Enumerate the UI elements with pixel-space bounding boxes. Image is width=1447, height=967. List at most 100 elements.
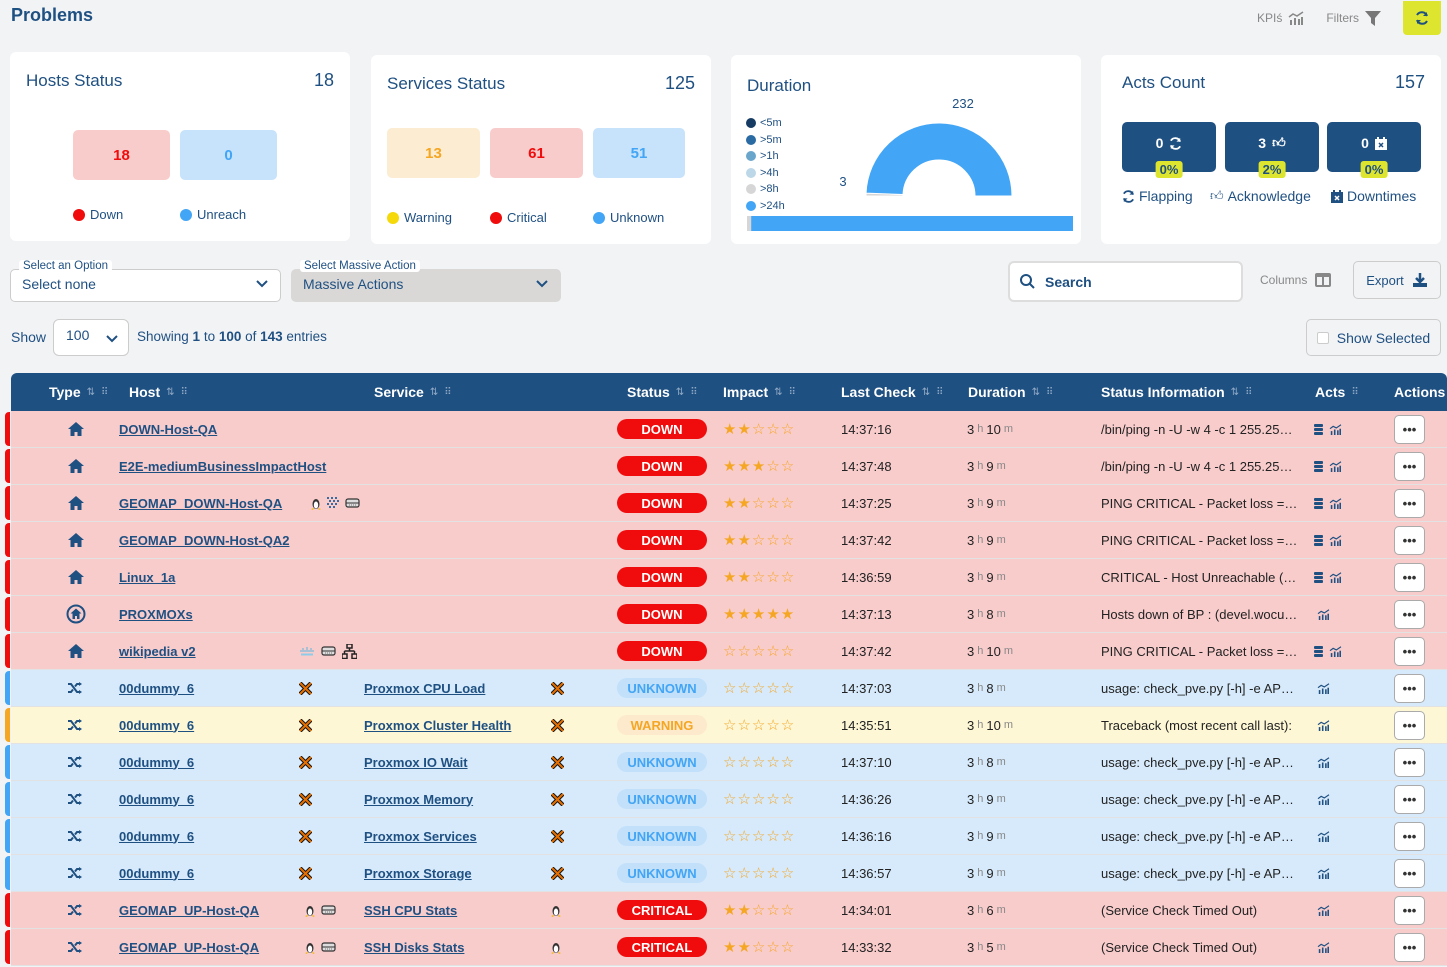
sort-icon[interactable]: ⇅ xyxy=(922,387,930,398)
massive-action-dropdown[interactable]: Select Massive Action Massive Actions xyxy=(291,260,561,302)
more-actions-button[interactable]: ••• xyxy=(1394,673,1425,703)
column-header-status-information[interactable]: Status Information ⇅ ⠿ xyxy=(1101,384,1253,400)
service-link[interactable]: Proxmox CPU Load xyxy=(364,681,485,696)
column-header-acts[interactable]: Acts ⠿ xyxy=(1315,384,1359,400)
refresh-button[interactable] xyxy=(1403,1,1441,35)
more-actions-button[interactable]: ••• xyxy=(1394,451,1425,481)
more-actions-button[interactable]: ••• xyxy=(1394,710,1425,740)
column-header-actions[interactable]: Actions xyxy=(1394,384,1445,400)
kpi-chart-icon[interactable] xyxy=(1329,645,1342,657)
table-row[interactable]: 00dummy_6 Proxmox CPU Load UNKNOWN ☆☆☆☆☆ 14… xyxy=(5,670,1447,707)
host-link[interactable]: GEOMAP_UP-Host-QA xyxy=(119,940,259,955)
sort-icon[interactable]: ⇅ xyxy=(166,387,174,398)
sort-icon[interactable]: ⇅ xyxy=(676,387,684,398)
kpis-button[interactable]: KPIś xyxy=(1257,11,1304,25)
more-actions-button[interactable]: ••• xyxy=(1394,747,1425,777)
kpi-chart-icon[interactable] xyxy=(1329,423,1342,435)
kpi-chart-icon[interactable] xyxy=(1317,830,1330,842)
kpi-chart-icon[interactable] xyxy=(1317,682,1330,694)
host-link[interactable]: Linux_1a xyxy=(119,570,175,585)
drag-handle-icon[interactable]: ⠿ xyxy=(1046,387,1053,398)
service-link[interactable]: Proxmox IO Wait xyxy=(364,755,468,770)
host-link[interactable]: GEOMAP_DOWN-Host-QA2 xyxy=(119,533,289,548)
drag-handle-icon[interactable]: ⠿ xyxy=(936,387,943,398)
more-actions-button[interactable]: ••• xyxy=(1394,636,1425,666)
columns-button[interactable]: Columns xyxy=(1260,273,1332,287)
host-link[interactable]: DOWN-Host-QA xyxy=(119,422,217,437)
table-row[interactable]: GEOMAP_DOWN-Host-QA DOWN ★★☆☆☆ 14:37:25 3 h 9… xyxy=(5,485,1447,522)
sort-icon[interactable]: ⇅ xyxy=(1032,387,1040,398)
service-link[interactable]: SSH Disks Stats xyxy=(364,940,464,955)
more-actions-button[interactable]: ••• xyxy=(1394,932,1425,962)
table-row[interactable]: 00dummy_6 Proxmox IO Wait UNKNOWN ☆☆☆☆☆ 14:… xyxy=(5,744,1447,781)
hosts-unreach-count[interactable]: 0 xyxy=(180,130,277,180)
sort-icon[interactable]: ⇅ xyxy=(1231,387,1239,398)
sort-icon[interactable]: ⇅ xyxy=(774,387,782,398)
table-row[interactable]: 00dummy_6 Proxmox Services UNKNOWN ☆☆☆☆☆ 14… xyxy=(5,818,1447,855)
column-header-duration[interactable]: Duration ⇅ ⠿ xyxy=(968,384,1053,400)
more-actions-button[interactable]: ••• xyxy=(1394,414,1425,444)
show-selected-toggle[interactable]: Show Selected xyxy=(1306,319,1441,356)
table-row[interactable]: GEOMAP_UP-Host-QA SSH CPU Stats CRITICAL ★… xyxy=(5,892,1447,929)
host-link[interactable]: GEOMAP_DOWN-Host-QA xyxy=(119,496,282,511)
services-unknown-count[interactable]: 51 xyxy=(593,128,685,178)
kpi-chart-icon[interactable] xyxy=(1317,867,1330,879)
table-row[interactable]: GEOMAP_DOWN-Host-QA2 DOWN ★★☆☆☆ 14:37:42 3 h 9… xyxy=(5,522,1447,559)
sort-icon[interactable]: ⇅ xyxy=(430,387,438,398)
service-link[interactable]: SSH CPU Stats xyxy=(364,903,457,918)
more-actions-button[interactable]: ••• xyxy=(1394,821,1425,851)
hosts-down-count[interactable]: 18 xyxy=(73,130,170,180)
table-row[interactable]: DOWN-Host-QA DOWN ★★☆☆☆ 14:37:16 3 h 10 m/bin/p… xyxy=(5,411,1447,448)
search-input[interactable]: Search xyxy=(1008,261,1243,302)
host-link[interactable]: wikipedia v2 xyxy=(119,644,196,659)
host-link[interactable]: 00dummy_6 xyxy=(119,681,194,696)
table-row[interactable]: GEOMAP_UP-Host-QA SSH Disks Stats CRITICA… xyxy=(5,929,1447,966)
filters-button[interactable]: Filters xyxy=(1326,10,1381,26)
downtimes-count-box[interactable]: 0 0% xyxy=(1327,122,1421,178)
kpi-chart-icon[interactable] xyxy=(1317,756,1330,768)
kpi-chart-icon[interactable] xyxy=(1329,497,1342,509)
table-row[interactable]: wikipedia v2 DOWN ☆☆☆☆☆ 14:37:42 3 h 10 m PING … xyxy=(5,633,1447,670)
table-row[interactable]: Linux_1a DOWN ★★☆☆☆ 14:36:59 3 h 9 m CRITICAL - … xyxy=(5,559,1447,596)
table-row[interactable]: 00dummy_6 Proxmox Storage UNKNOWN ☆☆☆☆☆ 14:… xyxy=(5,855,1447,892)
host-link[interactable]: 00dummy_6 xyxy=(119,792,194,807)
drag-handle-icon[interactable]: ⠿ xyxy=(1245,387,1252,398)
column-header-type[interactable]: Type ⇅ ⠿ xyxy=(49,384,108,400)
column-header-service[interactable]: Service ⇅ ⠿ xyxy=(374,384,452,400)
services-warning-count[interactable]: 13 xyxy=(387,128,480,178)
show-selected-checkbox[interactable] xyxy=(1316,331,1329,344)
host-link[interactable]: 00dummy_6 xyxy=(119,755,194,770)
select-option-dropdown[interactable]: Select an Option Select none xyxy=(10,260,281,302)
host-link[interactable]: GEOMAP_UP-Host-QA xyxy=(119,903,259,918)
kpi-chart-icon[interactable] xyxy=(1317,941,1330,953)
column-header-impact[interactable]: Impact ⇅ ⠿ xyxy=(723,384,796,400)
gauge-segment-24h[interactable] xyxy=(865,122,1013,197)
more-actions-button[interactable]: ••• xyxy=(1394,784,1425,814)
drag-handle-icon[interactable]: ⠿ xyxy=(101,387,108,398)
more-actions-button[interactable]: ••• xyxy=(1394,562,1425,592)
acknowledge-count-box[interactable]: 3 👍︎ 2% xyxy=(1225,122,1319,178)
table-row[interactable]: 00dummy_6 Proxmox Cluster Health WARNING ☆… xyxy=(5,707,1447,744)
host-link[interactable]: 00dummy_6 xyxy=(119,718,194,733)
table-row[interactable]: E2E-mediumBusinessImpactHost DOWN ★★★☆☆ 14:… xyxy=(5,448,1447,485)
host-link[interactable]: E2E-mediumBusinessImpactHost xyxy=(119,459,326,474)
drag-handle-icon[interactable]: ⠿ xyxy=(789,387,796,398)
host-link[interactable]: 00dummy_6 xyxy=(119,866,194,881)
drag-handle-icon[interactable]: ⠿ xyxy=(444,387,451,398)
column-header-status[interactable]: Status ⇅ ⠿ xyxy=(627,384,698,400)
kpi-chart-icon[interactable] xyxy=(1317,719,1330,731)
service-link[interactable]: Proxmox Memory xyxy=(364,792,473,807)
kpi-chart-icon[interactable] xyxy=(1329,460,1342,472)
kpi-chart-icon[interactable] xyxy=(1329,534,1342,546)
service-link[interactable]: Proxmox Services xyxy=(364,829,477,844)
more-actions-button[interactable]: ••• xyxy=(1394,599,1425,629)
page-size-select[interactable]: 100 xyxy=(53,319,129,356)
drag-handle-icon[interactable]: ⠿ xyxy=(1351,387,1358,398)
more-actions-button[interactable]: ••• xyxy=(1394,488,1425,518)
kpi-chart-icon[interactable] xyxy=(1317,904,1330,916)
export-button[interactable]: Export xyxy=(1353,261,1441,299)
services-critical-count[interactable]: 61 xyxy=(490,128,583,178)
service-link[interactable]: Proxmox Cluster Health xyxy=(364,718,511,733)
drag-handle-icon[interactable]: ⠿ xyxy=(690,387,697,398)
service-link[interactable]: Proxmox Storage xyxy=(364,866,472,881)
